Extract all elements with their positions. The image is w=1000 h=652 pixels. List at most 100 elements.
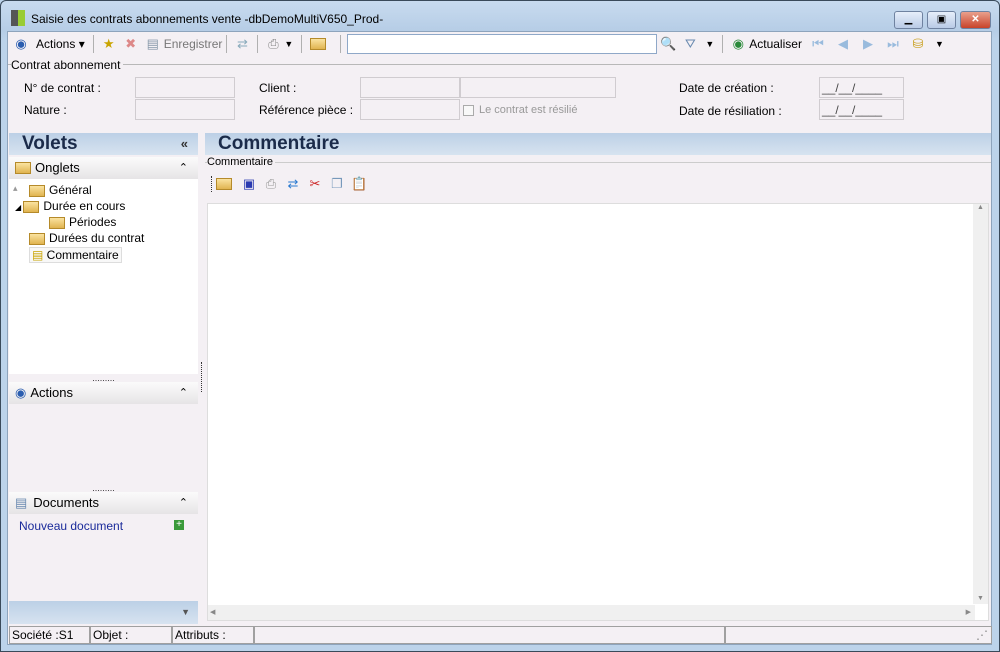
- sync-icon[interactable]: ⇄: [234, 36, 250, 52]
- actions-icon: ◉: [15, 385, 27, 400]
- ref-label: Référence pièce :: [259, 103, 354, 117]
- save-icon[interactable]: ▣: [241, 176, 257, 192]
- database-dropdown-icon[interactable]: ▼: [935, 39, 944, 49]
- tabs-tree: ▴ Général ◢ Durée en cours Périodes Duré…: [9, 179, 198, 374]
- filter-icon[interactable]: ⛛: [682, 36, 698, 52]
- editor-toolbar: ▣ ⎙ ⇄ ✂ ❐ 📋: [211, 176, 370, 192]
- chevron-up-icon[interactable]: ⌃: [179, 157, 188, 179]
- status-panel: [254, 626, 725, 644]
- refresh-button[interactable]: Actualiser: [749, 37, 802, 51]
- comment-editor[interactable]: ▲ ▼ ◀ ▶: [207, 203, 989, 621]
- copy-icon[interactable]: ❐: [329, 176, 345, 192]
- status-objet: Objet :: [90, 626, 172, 644]
- documents-header[interactable]: ▤ Documents ⌃: [9, 492, 198, 514]
- search-input[interactable]: [347, 34, 658, 54]
- minimize-button[interactable]: ▁: [894, 11, 923, 29]
- status-attributs: Attributs :: [172, 626, 254, 644]
- vertical-splitter[interactable]: [201, 362, 202, 392]
- save-icon: ▤: [146, 36, 159, 51]
- sync-icon[interactable]: ⇄: [285, 176, 301, 192]
- left-panel: Volets « Onglets ⌃ ▴ Général ◢ Durée en co…: [9, 133, 198, 623]
- close-button[interactable]: ✕: [960, 11, 991, 29]
- creation-date-field[interactable]: __/__/____: [819, 77, 904, 98]
- prev-icon[interactable]: ◀: [835, 36, 851, 52]
- tree-label: Commentaire: [46, 248, 119, 262]
- resize-grip-icon[interactable]: ⋰: [725, 626, 992, 644]
- print-dropdown-icon[interactable]: ▼: [284, 39, 293, 49]
- actions-body: [9, 404, 198, 484]
- open-icon[interactable]: [216, 178, 232, 190]
- new-icon[interactable]: ★: [101, 36, 117, 52]
- print-icon[interactable]: ⎙: [265, 36, 281, 52]
- tree-item-duree-en-cours[interactable]: ◢ Durée en cours: [15, 199, 125, 213]
- main-title: Commentaire: [205, 133, 991, 155]
- actions-title: Actions: [30, 385, 73, 400]
- toolbar: ◉ Actions ▾ ★ ✖ ▤ Enregistrer ⇄ ⎙ ▼ 🔍 ⛛ …: [10, 32, 990, 56]
- tree-item-durees-contrat[interactable]: Durées du contrat: [29, 231, 144, 245]
- group-line: [8, 64, 991, 65]
- documents-title: Documents: [33, 495, 100, 510]
- actions-header[interactable]: ◉ Actions ⌃: [9, 382, 198, 404]
- volets-title: Volets: [22, 133, 78, 154]
- tree-item-general[interactable]: Général: [29, 183, 92, 197]
- client-code-field[interactable]: [360, 77, 460, 98]
- database-icon[interactable]: ⛁: [910, 36, 926, 52]
- nature-label: Nature :: [24, 103, 67, 117]
- onglets-header[interactable]: Onglets ⌃: [9, 157, 198, 179]
- tree-item-commentaire[interactable]: ▤ Commentaire: [29, 247, 122, 263]
- window-title: Saisie des contrats abonnements vente -d…: [31, 12, 384, 26]
- add-icon[interactable]: +: [174, 520, 184, 530]
- volets-header: Volets «: [9, 133, 198, 155]
- cut-icon[interactable]: ✂: [307, 176, 323, 192]
- tree-label: Général: [49, 183, 92, 197]
- nature-field[interactable]: [135, 99, 235, 120]
- actions-label: Actions: [36, 37, 76, 51]
- resilie-label: Le contrat est résilié: [479, 104, 578, 116]
- splitter[interactable]: .........: [9, 484, 198, 493]
- maximize-button[interactable]: ▣: [927, 11, 956, 29]
- new-document-link[interactable]: Nouveau document: [19, 519, 123, 533]
- resiliation-date-label: Date de résiliation :: [679, 104, 782, 118]
- refresh-icon: ◉: [732, 36, 744, 51]
- next-icon[interactable]: ▶: [860, 36, 876, 52]
- tree-label: Périodes: [69, 215, 117, 229]
- delete-icon[interactable]: ✖: [123, 36, 139, 52]
- tree-label: Durée en cours: [43, 199, 126, 213]
- contract-no-field[interactable]: [135, 77, 235, 98]
- resiliation-date-field[interactable]: __/__/____: [819, 99, 904, 120]
- search-icon[interactable]: 🔍: [660, 36, 676, 52]
- chevron-up-icon[interactable]: ⌃: [179, 382, 188, 404]
- document-icon: ▤: [15, 495, 28, 510]
- chevron-up-icon[interactable]: ⌃: [179, 492, 188, 514]
- main-panel: Commentaire Commentaire ▣ ⎙ ⇄ ✂ ❐ 📋 ▲ ▼ ◀…: [205, 133, 991, 624]
- app-icon: [11, 10, 25, 26]
- folder-icon: [15, 162, 31, 174]
- panel-footer[interactable]: ▼: [9, 601, 198, 624]
- tree-item-periodes[interactable]: Périodes: [49, 215, 116, 229]
- document-icon: ▤: [32, 248, 47, 262]
- actions-menu[interactable]: Actions ▾: [36, 37, 85, 51]
- resilie-checkbox[interactable]: [463, 105, 474, 116]
- contract-no-label: N° de contrat :: [24, 81, 101, 95]
- group-title: Contrat abonnement: [11, 58, 124, 72]
- folder-icon[interactable]: [310, 38, 327, 50]
- client-label: Client :: [259, 81, 297, 95]
- print-icon[interactable]: ⎙: [263, 176, 279, 192]
- actions-icon: ◉: [15, 36, 27, 51]
- client-name-field[interactable]: [460, 77, 616, 98]
- client-area: ◉ Actions ▾ ★ ✖ ▤ Enregistrer ⇄ ⎙ ▼ 🔍 ⛛ …: [7, 31, 992, 645]
- collapse-icon[interactable]: «: [181, 133, 188, 155]
- last-icon[interactable]: ⏭: [885, 36, 901, 52]
- ref-field[interactable]: [360, 99, 460, 120]
- paste-icon[interactable]: 📋: [351, 176, 367, 192]
- first-icon[interactable]: ⏮: [810, 36, 826, 52]
- comment-group-title: Commentaire: [207, 156, 276, 168]
- save-button[interactable]: Enregistrer: [164, 37, 223, 51]
- creation-date-label: Date de création :: [679, 81, 774, 95]
- status-societe: Société :S1: [9, 626, 90, 644]
- onglets-title: Onglets: [35, 160, 80, 175]
- splitter[interactable]: .........: [9, 374, 198, 383]
- horizontal-scrollbar[interactable]: ◀ ▶: [208, 605, 975, 620]
- filter-dropdown-icon[interactable]: ▼: [705, 39, 714, 49]
- vertical-scrollbar[interactable]: ▲ ▼: [973, 204, 988, 604]
